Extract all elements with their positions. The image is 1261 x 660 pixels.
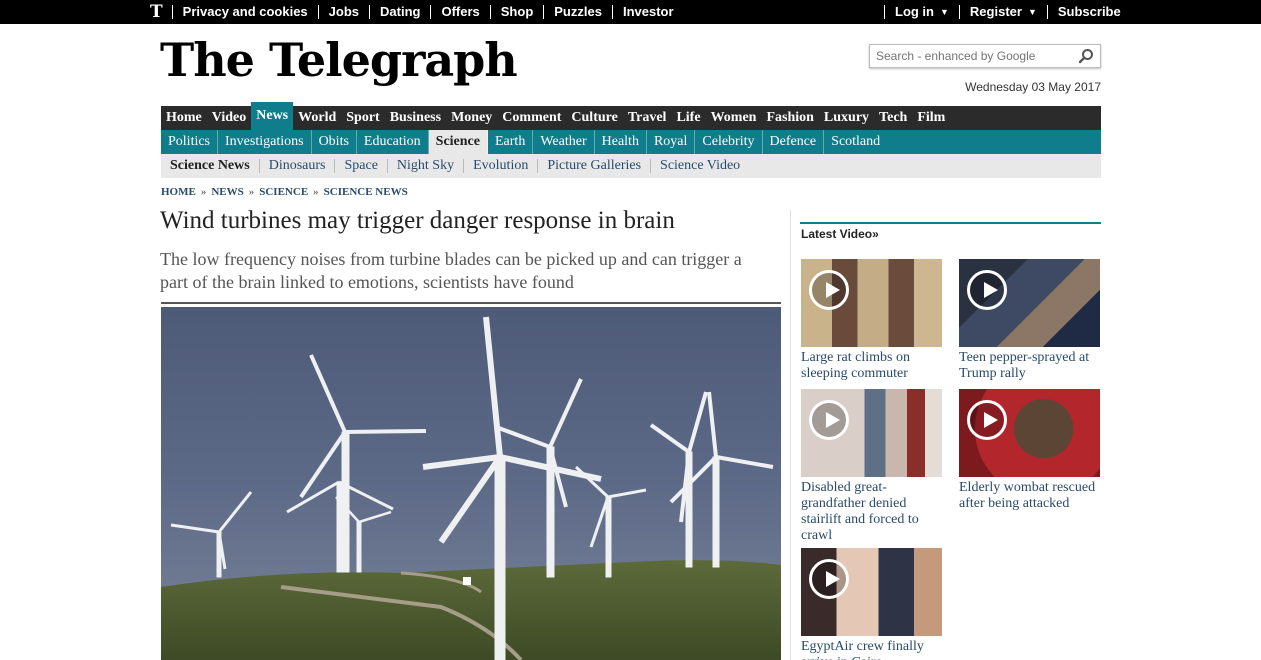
article-hero-image <box>161 307 781 660</box>
nav-life[interactable]: Life <box>671 106 705 130</box>
subsubnav-evolution[interactable]: Evolution <box>463 159 537 173</box>
nav-video[interactable]: Video <box>207 106 251 130</box>
play-icon[interactable] <box>809 559 849 599</box>
top-link-shop[interactable]: Shop <box>489 5 544 19</box>
subnav-health[interactable]: Health <box>595 130 647 154</box>
nav-luxury[interactable]: Luxury <box>819 106 874 130</box>
video-caption[interactable]: Elderly wombat rescued after being attac… <box>959 480 1100 512</box>
chevron-down-icon: ▼ <box>940 7 949 17</box>
top-bar-left: T Privacy and cookies Jobs Dating Offers… <box>150 0 684 24</box>
nav-money[interactable]: Money <box>446 106 497 130</box>
breadcrumb-separator: » <box>313 186 319 198</box>
video-caption[interactable]: Teen pepper-sprayed at Trump rally <box>959 350 1100 382</box>
video-caption[interactable]: EgyptAir crew finally arrive in Cairo <box>801 639 942 660</box>
play-icon[interactable] <box>967 270 1007 310</box>
column-divider <box>790 210 791 660</box>
login-label: Log in <box>895 4 934 19</box>
subsubnav-space[interactable]: Space <box>334 159 386 173</box>
search-icon[interactable] <box>1078 48 1094 64</box>
video-thumbnail[interactable] <box>959 389 1100 477</box>
subscribe-link[interactable]: Subscribe <box>1046 5 1131 19</box>
video-thumbnail[interactable] <box>801 389 942 477</box>
main-nav: Home Video News World Sport Business Mon… <box>161 102 1101 130</box>
breadcrumb-science-news[interactable]: SCIENCE NEWS <box>324 186 408 198</box>
section-nav: Politics Investigations Obits Education … <box>161 130 1101 154</box>
nav-film[interactable]: Film <box>912 106 950 130</box>
breadcrumb-news[interactable]: NEWS <box>211 186 243 198</box>
video-card[interactable]: Teen pepper-sprayed at Trump rally <box>959 259 1100 382</box>
nav-sport[interactable]: Sport <box>341 106 384 130</box>
search-input[interactable] <box>870 45 1070 67</box>
video-thumbnail[interactable] <box>801 548 942 636</box>
latest-video-rule <box>800 222 1101 224</box>
article-headline: Wind turbines may trigger danger respons… <box>160 207 675 234</box>
top-link-dating[interactable]: Dating <box>369 5 430 19</box>
breadcrumb-science[interactable]: SCIENCE <box>259 186 308 198</box>
login-link[interactable]: Log in ▼ <box>884 5 959 19</box>
subnav-scotland[interactable]: Scotland <box>824 130 887 154</box>
play-icon[interactable] <box>809 270 849 310</box>
top-link-privacy[interactable]: Privacy and cookies <box>171 5 318 19</box>
nav-tech[interactable]: Tech <box>874 106 912 130</box>
subnav-obits[interactable]: Obits <box>312 130 357 154</box>
wind-turbines-photo <box>161 307 781 660</box>
top-link-investor[interactable]: Investor <box>611 5 684 19</box>
video-thumbnail[interactable] <box>959 259 1100 347</box>
play-icon[interactable] <box>809 400 849 440</box>
subnav-weather[interactable]: Weather <box>533 130 595 154</box>
video-card[interactable]: Elderly wombat rescued after being attac… <box>959 389 1100 512</box>
top-bar-right: Log in ▼ Register ▼ Subscribe <box>884 0 1131 24</box>
breadcrumb-separator: » <box>200 186 207 198</box>
video-card[interactable]: Disabled great-grandfather denied stairl… <box>801 389 942 544</box>
subnav-education[interactable]: Education <box>357 130 429 154</box>
chevron-down-icon: ▼ <box>1027 7 1037 17</box>
subsubnav-picture-galleries[interactable]: Picture Galleries <box>537 159 650 173</box>
nav-home[interactable]: Home <box>161 106 207 130</box>
telegraph-t-logo-icon[interactable]: T <box>150 0 172 24</box>
current-date: Wednesday 03 May 2017 <box>965 80 1101 94</box>
video-caption[interactable]: Disabled great-grandfather denied stairl… <box>801 480 942 544</box>
nav-news[interactable]: News <box>251 102 294 130</box>
video-card[interactable]: Large rat climbs on sleeping commuter <box>801 259 942 382</box>
subnav-royal[interactable]: Royal <box>647 130 696 154</box>
nav-business[interactable]: Business <box>385 106 446 130</box>
subnav-earth[interactable]: Earth <box>488 130 534 154</box>
top-link-offers[interactable]: Offers <box>430 5 489 19</box>
subnav-science[interactable]: Science <box>428 130 488 154</box>
subnav-celebrity[interactable]: Celebrity <box>695 130 763 154</box>
subnav-defence[interactable]: Defence <box>763 130 825 154</box>
breadcrumb: HOME » NEWS » SCIENCE » SCIENCE NEWS <box>161 186 408 198</box>
register-label: Register <box>969 4 1022 19</box>
subnav-politics[interactable]: Politics <box>161 130 219 154</box>
top-bar: T Privacy and cookies Jobs Dating Offers… <box>0 0 1261 24</box>
subsubnav-night-sky[interactable]: Night Sky <box>386 159 463 173</box>
play-icon[interactable] <box>967 400 1007 440</box>
video-thumbnail[interactable] <box>801 259 942 347</box>
nav-world[interactable]: World <box>293 106 341 130</box>
nav-women[interactable]: Women <box>706 106 762 130</box>
breadcrumb-home[interactable]: HOME <box>161 186 196 198</box>
nav-culture[interactable]: Culture <box>566 106 622 130</box>
top-link-puzzles[interactable]: Puzzles <box>543 5 612 19</box>
subnav-investigations[interactable]: Investigations <box>218 130 312 154</box>
video-card[interactable]: EgyptAir crew finally arrive in Cairo <box>801 548 942 660</box>
latest-video-heading[interactable]: Latest Video» <box>801 227 879 241</box>
headline-divider <box>161 302 781 304</box>
science-nav: Science News Dinosaurs Space Night Sky E… <box>161 154 1101 178</box>
article-standfirst: The low frequency noises from turbine bl… <box>160 249 742 292</box>
video-caption[interactable]: Large rat climbs on sleeping commuter <box>801 350 942 382</box>
nav-comment[interactable]: Comment <box>497 106 566 130</box>
top-link-jobs[interactable]: Jobs <box>317 5 369 19</box>
search-box <box>869 44 1101 68</box>
subsubnav-science-news[interactable]: Science News <box>161 159 259 173</box>
telegraph-masthead-logo[interactable]: The Telegraph <box>160 32 518 88</box>
subsubnav-dinosaurs[interactable]: Dinosaurs <box>258 159 335 173</box>
subsubnav-science-video[interactable]: Science Video <box>650 159 749 173</box>
register-link[interactable]: Register ▼ <box>958 4 1047 19</box>
breadcrumb-separator: » <box>248 186 255 198</box>
nav-travel[interactable]: Travel <box>623 106 672 130</box>
nav-fashion[interactable]: Fashion <box>761 106 818 130</box>
